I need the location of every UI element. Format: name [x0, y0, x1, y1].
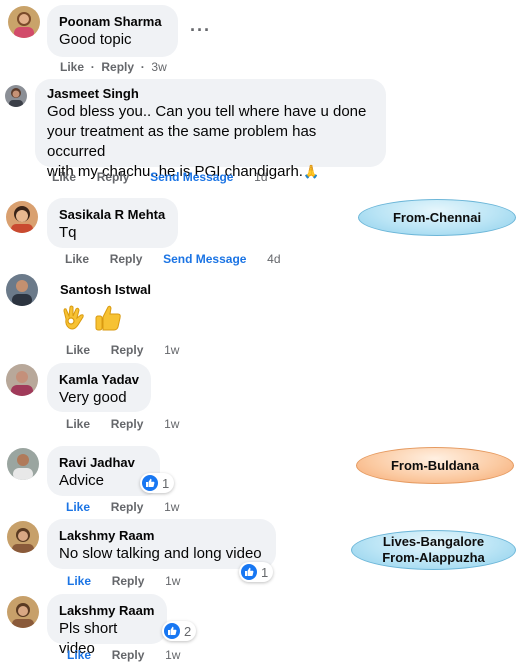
comment-actions: Like Reply 1w: [66, 343, 179, 357]
reply-button[interactable]: Reply: [111, 343, 144, 357]
comment-timestamp[interactable]: 4d: [267, 252, 280, 266]
separator: ·: [87, 60, 99, 74]
comment-timestamp[interactable]: 1w: [165, 574, 180, 588]
like-reaction-icon: [241, 564, 257, 580]
comment-actions: Like Reply Send Message 4d: [65, 252, 281, 266]
reaction-count: 1: [261, 564, 269, 580]
separator: ·: [137, 60, 149, 74]
comment-author[interactable]: Santosh Istwal: [60, 281, 151, 298]
comment-bubble: Poonam Sharma Good topic: [47, 5, 178, 57]
comment-timestamp[interactable]: 1w: [164, 343, 179, 357]
comment-author[interactable]: Lakshmy Raam: [59, 527, 264, 544]
comment-text: Advice: [59, 472, 105, 489]
comment-bubble: Lakshmy Raam Pls short video: [47, 594, 167, 657]
comment-bubble: Lakshmy Raam No slow talking and long vi…: [47, 519, 276, 569]
like-button[interactable]: Like: [67, 648, 91, 662]
avatar[interactable]: [7, 596, 39, 628]
reply-button[interactable]: Reply: [97, 170, 130, 184]
like-button[interactable]: Like: [67, 574, 91, 588]
more-options-icon[interactable]: ···: [190, 20, 211, 41]
comment-actions: Like Reply 1w: [66, 417, 179, 431]
comment-text: Good topic: [59, 31, 132, 48]
annotation-line-1: Lives-Bangalore: [382, 534, 485, 549]
comment-timestamp[interactable]: 3w: [151, 60, 166, 74]
like-reaction-icon: [142, 475, 158, 491]
avatar[interactable]: [6, 201, 38, 233]
folded-hands-emoji: 🙏: [302, 164, 320, 179]
annotation-from-chennai: From-Chennai: [358, 199, 516, 236]
comment-author[interactable]: Sasikala R Mehta: [59, 206, 166, 223]
reply-button[interactable]: Reply: [110, 252, 143, 266]
comment-bubble: Kamla Yadav Very good: [47, 363, 151, 412]
like-button[interactable]: Like: [65, 252, 89, 266]
comment-bubble: Jasmeet Singh God bless you.. Can you te…: [35, 79, 386, 180]
comment-author[interactable]: Lakshmy Raam: [59, 602, 155, 619]
comment-actions: Like · Reply · 3w: [60, 60, 167, 74]
avatar[interactable]: [8, 6, 40, 38]
reply-button[interactable]: Reply: [101, 60, 134, 74]
reaction-count: 2: [184, 623, 192, 639]
avatar[interactable]: [6, 364, 38, 396]
annotation-line-2: From-Alappuzha: [382, 550, 485, 565]
ok-hand-emoji: [63, 305, 84, 330]
comment-text-line-1: God bless you.. Can you tell where have …: [47, 103, 367, 120]
reaction-summary[interactable]: 1: [239, 562, 274, 582]
annotation-bangalore-alappuzha: Lives-Bangalore From-Alappuzha: [351, 530, 516, 570]
comment-actions: Like Reply 1w: [67, 648, 180, 662]
comment-actions: Like Reply 1w: [66, 500, 179, 514]
comment-actions: Like Reply Send Message 1d: [52, 170, 268, 184]
avatar[interactable]: [6, 274, 38, 306]
like-button[interactable]: Like: [66, 343, 90, 357]
send-message-button[interactable]: Send Message: [163, 252, 246, 266]
like-button[interactable]: Like: [52, 170, 76, 184]
comment-text-line-2: your treatment as the same problem has o…: [47, 123, 317, 160]
like-button[interactable]: Like: [66, 500, 90, 514]
reply-button[interactable]: Reply: [111, 417, 144, 431]
like-reaction-icon: [164, 623, 180, 639]
reply-button[interactable]: Reply: [112, 574, 145, 588]
comment-timestamp[interactable]: 1w: [165, 648, 180, 662]
reaction-summary[interactable]: 1: [140, 473, 175, 493]
reply-button[interactable]: Reply: [111, 500, 144, 514]
thumbs-up-emoji: [95, 305, 121, 331]
comment-text: Very good: [59, 389, 127, 406]
comment-author[interactable]: Jasmeet Singh: [47, 85, 374, 102]
annotation-from-buldana: From-Buldana: [356, 447, 514, 484]
comment-timestamp[interactable]: 1w: [164, 417, 179, 431]
comment-text: No slow talking and long video: [59, 545, 262, 562]
avatar[interactable]: [5, 85, 27, 107]
reaction-count: 1: [162, 475, 170, 491]
comment-author[interactable]: Ravi Jadhav: [59, 454, 148, 471]
comment-text: Tq: [59, 224, 77, 241]
comment-author[interactable]: Poonam Sharma: [59, 13, 166, 30]
like-button[interactable]: Like: [60, 60, 84, 74]
comment-timestamp[interactable]: 1d: [254, 170, 267, 184]
comment-bubble: Sasikala R Mehta Tq: [47, 198, 178, 248]
avatar[interactable]: [7, 521, 39, 553]
comment-timestamp[interactable]: 1w: [164, 500, 179, 514]
comment-author[interactable]: Kamla Yadav: [59, 371, 139, 388]
like-button[interactable]: Like: [66, 417, 90, 431]
avatar[interactable]: [7, 448, 39, 480]
send-message-button[interactable]: Send Message: [150, 170, 233, 184]
reply-button[interactable]: Reply: [112, 648, 145, 662]
reaction-summary[interactable]: 2: [162, 621, 197, 641]
comment-actions: Like Reply 1w: [67, 574, 180, 588]
